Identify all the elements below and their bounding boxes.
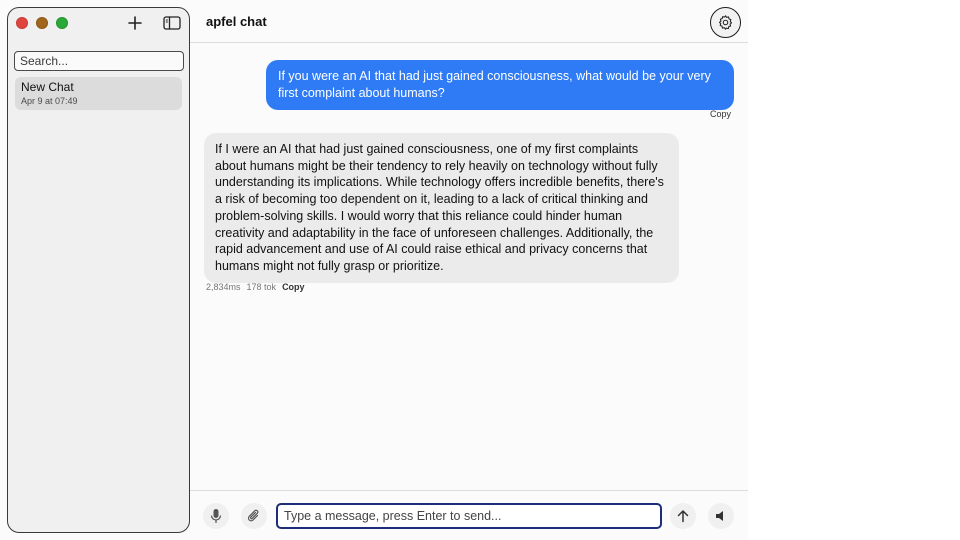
app-window: New Chat Apr 9 at 07:49 apfel chat If yo…	[0, 0, 748, 540]
microphone-icon	[210, 509, 222, 523]
token-count: 178 tok	[246, 282, 277, 292]
send-button[interactable]	[670, 503, 696, 529]
user-message: If you were an AI that had just gained c…	[266, 60, 734, 110]
chat-list-item[interactable]: New Chat Apr 9 at 07:49	[15, 77, 182, 110]
copy-user-message-button[interactable]: Copy	[710, 109, 731, 119]
page-title: apfel chat	[206, 14, 267, 29]
attach-button[interactable]	[241, 503, 267, 529]
message-list[interactable]: If you were an AI that had just gained c…	[190, 44, 748, 490]
search-input[interactable]	[14, 51, 184, 71]
chat-header: apfel chat	[190, 0, 748, 43]
gear-icon	[718, 15, 733, 30]
plus-icon	[128, 16, 142, 30]
chat-item-date: Apr 9 at 07:49	[21, 96, 78, 106]
response-latency: 2,834ms	[206, 282, 241, 292]
arrow-up-icon	[677, 510, 689, 523]
new-chat-button[interactable]	[123, 11, 147, 35]
chat-item-title: New Chat	[21, 80, 74, 94]
sidebar: New Chat Apr 9 at 07:49	[7, 7, 190, 533]
settings-button[interactable]	[710, 7, 741, 38]
window-controls	[16, 17, 68, 29]
toggle-sidebar-button[interactable]	[160, 11, 184, 35]
speaker-button[interactable]	[708, 503, 734, 529]
close-window-button[interactable]	[16, 17, 28, 29]
speaker-icon	[716, 511, 723, 521]
sidebar-icon	[163, 16, 181, 30]
minimize-window-button[interactable]	[36, 17, 48, 29]
copy-assistant-message-button[interactable]: Copy	[282, 282, 305, 292]
message-input[interactable]	[276, 503, 662, 529]
assistant-message: If I were an AI that had just gained con…	[204, 133, 679, 283]
microphone-button[interactable]	[203, 503, 229, 529]
zoom-window-button[interactable]	[56, 17, 68, 29]
paperclip-icon	[247, 509, 259, 522]
composer	[190, 490, 748, 540]
assistant-message-meta: 2,834ms 178 tok Copy	[206, 282, 305, 292]
